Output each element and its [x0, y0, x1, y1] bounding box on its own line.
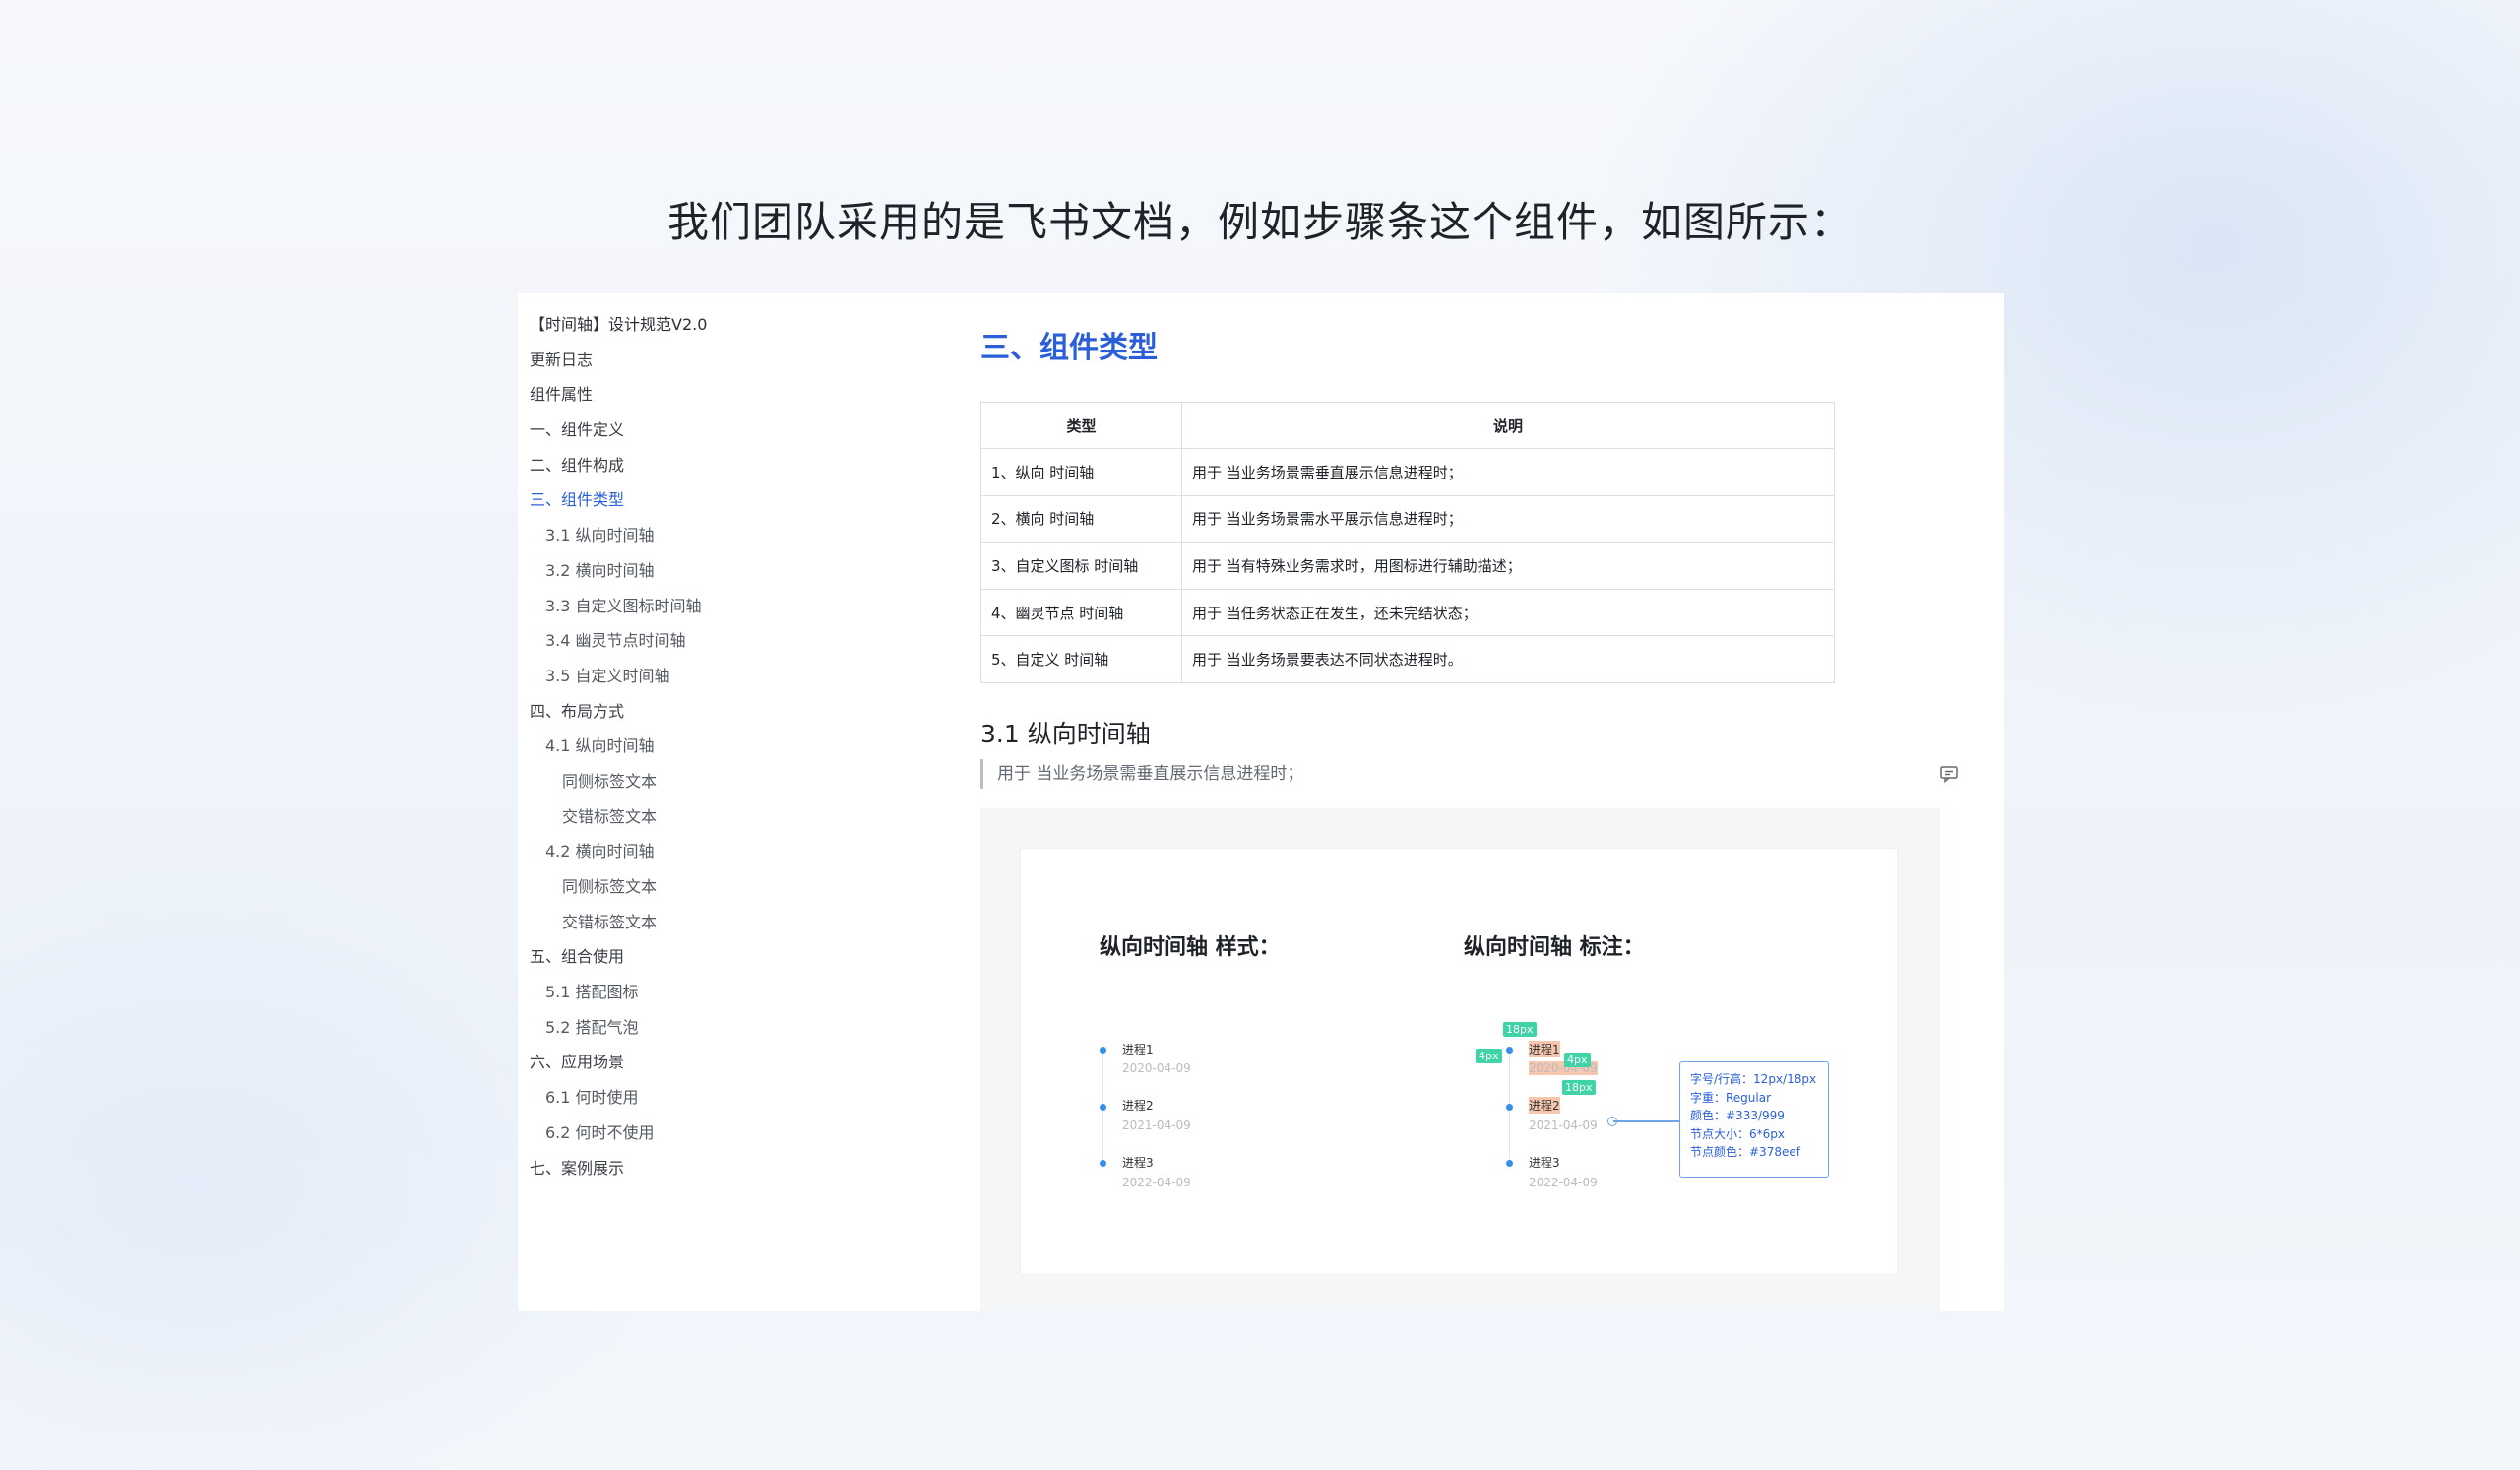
- spacing-tag: 18px: [1503, 1022, 1537, 1037]
- toc-item[interactable]: 3.1 纵向时间轴: [530, 518, 923, 553]
- spec-line: 颜色：#333/999: [1690, 1109, 1785, 1122]
- comment-icon[interactable]: [1939, 764, 1959, 784]
- toc-item[interactable]: 6.2 何时不使用: [530, 1116, 923, 1151]
- toc-item[interactable]: 4.1 纵向时间轴: [530, 729, 923, 764]
- toc-item[interactable]: 5.2 搭配气泡: [530, 1010, 923, 1046]
- toc-item[interactable]: 六、应用场景: [530, 1045, 923, 1080]
- table-header-desc: 说明: [1181, 402, 1835, 449]
- spec-line: 节点颜色：#378eef: [1690, 1145, 1800, 1159]
- timeline-step-name: 进程1: [1529, 1041, 1560, 1057]
- spacing-tag: 4px: [1564, 1053, 1591, 1067]
- toc-doc-title[interactable]: 【时间轴】设计规范V2.0: [530, 307, 923, 343]
- timeline-step-name: 进程1: [1122, 1043, 1154, 1056]
- timeline-step-name: 进程2: [1529, 1097, 1560, 1114]
- section-title: 三、组件类型: [980, 331, 1158, 365]
- timeline-node: [1100, 1160, 1106, 1167]
- timeline-step-name: 进程3: [1529, 1156, 1560, 1170]
- table-cell: 3、自定义图标 时间轴: [980, 542, 1182, 590]
- timeline-node: [1100, 1047, 1106, 1054]
- timeline-step-date: 2020-04-09: [1122, 1061, 1191, 1075]
- table-cell: 用于 当业务场景需水平展示信息进程时；: [1181, 494, 1835, 543]
- table-cell: 1、纵向 时间轴: [980, 448, 1182, 496]
- subsection-title: 3.1 纵向时间轴: [980, 720, 1151, 748]
- toc-item[interactable]: 七、案例展示: [530, 1151, 923, 1186]
- timeline-step-date: 2021-04-09: [1529, 1118, 1598, 1132]
- table-header-type: 类型: [980, 402, 1182, 449]
- timeline-node: [1506, 1047, 1513, 1054]
- spec-line: 字重：Regular: [1690, 1090, 1772, 1105]
- toc-item[interactable]: 同侧标签文本: [530, 869, 923, 905]
- table-cell: 用于 当业务场景要表达不同状态进程时。: [1181, 635, 1835, 683]
- toc-item[interactable]: 4.2 横向时间轴: [530, 834, 923, 869]
- toc-item[interactable]: 更新日志: [530, 343, 923, 378]
- spec-line: 节点大小：6*6px: [1690, 1126, 1785, 1141]
- toc-item[interactable]: 同侧标签文本: [530, 764, 923, 799]
- timeline-preview-canvas: 纵向时间轴 样式： 纵向时间轴 标注： 进程1 2020-04-09 进程2 2…: [1020, 848, 1898, 1275]
- timeline-node: [1506, 1160, 1513, 1167]
- toc-item[interactable]: 5.1 搭配图标: [530, 975, 923, 1010]
- toc-item[interactable]: 3.2 横向时间轴: [530, 553, 923, 589]
- toc-item[interactable]: 四、布局方式: [530, 694, 923, 730]
- page-headline: 我们团队采用的是飞书文档，例如步骤条这个组件，如图所示：: [666, 198, 1853, 246]
- toc-item[interactable]: 三、组件类型: [530, 482, 923, 518]
- toc-item[interactable]: 五、组合使用: [530, 939, 923, 975]
- spec-line: 字号/行高：12px/18px: [1690, 1072, 1817, 1086]
- toc-item[interactable]: 3.5 自定义时间轴: [530, 659, 923, 694]
- preview-annotation-title: 纵向时间轴 标注：: [1464, 935, 1645, 960]
- toc-item[interactable]: 3.3 自定义图标时间轴: [530, 589, 923, 624]
- annotation-connector: [1613, 1120, 1679, 1122]
- table-cell: 用于 当任务状态正在发生，还未完结状态；: [1181, 588, 1835, 637]
- annotation-spec-box: 字号/行高：12px/18px 字重：Regular 颜色：#333/999 节…: [1679, 1061, 1829, 1178]
- timeline-step-date: 2021-04-09: [1122, 1118, 1191, 1132]
- quote-block: 用于 当业务场景需垂直展示信息进程时；: [980, 759, 1303, 789]
- timeline-step-name: 进程3: [1122, 1156, 1154, 1170]
- table-row: 2、横向 时间轴 用于 当业务场景需水平展示信息进程时；: [980, 494, 1835, 543]
- table-cell: 4、幽灵节点 时间轴: [980, 588, 1182, 637]
- timeline-step-name: 进程2: [1122, 1099, 1154, 1113]
- table-header-row: 类型 说明: [980, 402, 1835, 449]
- toc-item[interactable]: 3.4 幽灵节点时间轴: [530, 623, 923, 659]
- preview-style-title: 纵向时间轴 样式：: [1100, 935, 1281, 960]
- table-cell: 用于 当有特殊业务需求时，用图标进行辅助描述；: [1181, 542, 1835, 590]
- table-row: 1、纵向 时间轴 用于 当业务场景需垂直展示信息进程时；: [980, 448, 1835, 496]
- table-row: 4、幽灵节点 时间轴 用于 当任务状态正在发生，还未完结状态；: [980, 588, 1835, 637]
- table-row: 3、自定义图标 时间轴 用于 当有特殊业务需求时，用图标进行辅助描述；: [980, 542, 1835, 590]
- toc-item[interactable]: 二、组件构成: [530, 448, 923, 483]
- toc-item[interactable]: 一、组件定义: [530, 413, 923, 448]
- timeline-node: [1506, 1104, 1513, 1111]
- document-screenshot: 【时间轴】设计规范V2.0 更新日志 组件属性 一、组件定义 二、组件构成 三、组件类型…: [518, 293, 2004, 1311]
- timeline-step-date: 2022-04-09: [1529, 1176, 1598, 1189]
- timeline-step-date: 2022-04-09: [1122, 1176, 1191, 1189]
- table-cell: 2、横向 时间轴: [980, 494, 1182, 543]
- spacing-tag: 4px: [1476, 1049, 1502, 1063]
- table-row: 5、自定义 时间轴 用于 当业务场景要表达不同状态进程时。: [980, 635, 1835, 683]
- toc-item[interactable]: 交错标签文本: [530, 799, 923, 835]
- timeline-preview-image: 纵向时间轴 样式： 纵向时间轴 标注： 进程1 2020-04-09 进程2 2…: [980, 808, 1940, 1311]
- spacing-tag: 18px: [1562, 1080, 1596, 1095]
- component-type-table: 类型 说明 1、纵向 时间轴 用于 当业务场景需垂直展示信息进程时； 2、横向 …: [980, 402, 1835, 683]
- table-cell: 用于 当业务场景需垂直展示信息进程时；: [1181, 448, 1835, 496]
- toc-item[interactable]: 组件属性: [530, 377, 923, 413]
- timeline-node: [1100, 1104, 1106, 1111]
- table-of-contents: 【时间轴】设计规范V2.0 更新日志 组件属性 一、组件定义 二、组件构成 三、组件类型…: [530, 307, 923, 1185]
- toc-item[interactable]: 6.1 何时使用: [530, 1080, 923, 1116]
- table-cell: 5、自定义 时间轴: [980, 635, 1182, 683]
- toc-item[interactable]: 交错标签文本: [530, 905, 923, 940]
